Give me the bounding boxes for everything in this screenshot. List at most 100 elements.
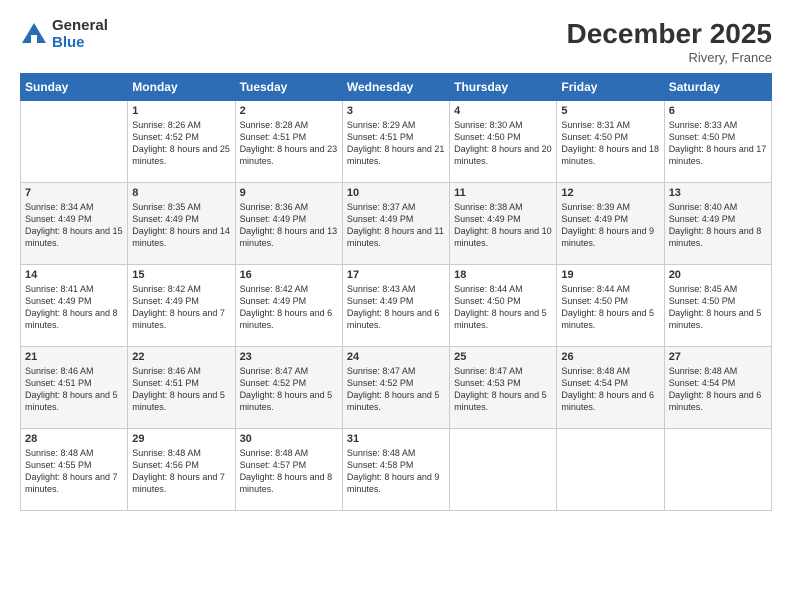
location: Rivery, France [567, 50, 772, 65]
day-number: 8 [132, 187, 230, 199]
calendar-cell: 11 Sunrise: 8:38 AMSunset: 4:49 PMDayligh… [450, 183, 557, 265]
logo-general-text: General [52, 18, 108, 35]
cell-content: Sunrise: 8:44 AMSunset: 4:50 PMDaylight:… [561, 283, 659, 332]
calendar-cell: 21Sunrise: 8:46 AMSunset: 4:51 PMDayligh… [21, 347, 128, 429]
cell-content: Sunrise: 8:35 AMSunset: 4:49 PMDaylight:… [132, 201, 230, 250]
cell-content: Sunrise: 8:46 AMSunset: 4:51 PMDaylight:… [132, 365, 230, 414]
cell-content: Sunrise: 8:39 AMSunset: 4:49 PMDaylight:… [561, 201, 659, 250]
calendar-cell: 2Sunrise: 8:28 AMSunset: 4:51 PMDaylight… [235, 101, 342, 183]
day-number: 27 [669, 351, 767, 363]
calendar-cell: 7 Sunrise: 8:34 AMSunset: 4:49 PMDaylight… [21, 183, 128, 265]
day-number: 22 [132, 351, 230, 363]
calendar-cell: 29Sunrise: 8:48 AMSunset: 4:56 PMDayligh… [128, 429, 235, 511]
cell-content: Sunrise: 8:44 AMSunset: 4:50 PMDaylight:… [454, 283, 552, 332]
calendar-cell: 4 Sunrise: 8:30 AMSunset: 4:50 PMDaylight… [450, 101, 557, 183]
day-number: 29 [132, 433, 230, 445]
header-cell-tuesday: Tuesday [235, 74, 342, 101]
calendar-week-1: 7 Sunrise: 8:34 AMSunset: 4:49 PMDaylight… [21, 183, 772, 265]
header-cell-wednesday: Wednesday [342, 74, 449, 101]
day-number: 25 [454, 351, 552, 363]
header: General Blue December 2025 Rivery, Franc… [20, 18, 772, 65]
cell-content: Sunrise: 8:41 AMSunset: 4:49 PMDaylight:… [25, 283, 123, 332]
calendar-cell: 27 Sunrise: 8:48 AMSunset: 4:54 PMDayligh… [664, 347, 771, 429]
header-cell-monday: Monday [128, 74, 235, 101]
calendar-cell: 14Sunrise: 8:41 AMSunset: 4:49 PMDayligh… [21, 265, 128, 347]
logo: General Blue [20, 18, 108, 51]
calendar-week-2: 14Sunrise: 8:41 AMSunset: 4:49 PMDayligh… [21, 265, 772, 347]
day-number: 11 [454, 187, 552, 199]
calendar-cell: 19 Sunrise: 8:44 AMSunset: 4:50 PMDayligh… [557, 265, 664, 347]
day-number: 17 [347, 269, 445, 281]
calendar-table: SundayMondayTuesdayWednesdayThursdayFrid… [20, 73, 772, 511]
day-number: 7 [25, 187, 123, 199]
day-number: 12 [561, 187, 659, 199]
calendar-cell: 22 Sunrise: 8:46 AMSunset: 4:51 PMDayligh… [128, 347, 235, 429]
calendar-cell: 16Sunrise: 8:42 AMSunset: 4:49 PMDayligh… [235, 265, 342, 347]
logo-blue-text: Blue [52, 35, 108, 52]
day-number: 6 [669, 105, 767, 117]
cell-content: Sunrise: 8:48 AMSunset: 4:54 PMDaylight:… [669, 365, 767, 414]
calendar-cell: 18 Sunrise: 8:44 AMSunset: 4:50 PMDayligh… [450, 265, 557, 347]
day-number: 15 [132, 269, 230, 281]
calendar-cell: 13 Sunrise: 8:40 AMSunset: 4:49 PMDayligh… [664, 183, 771, 265]
calendar-cell [664, 429, 771, 511]
day-number: 31 [347, 433, 445, 445]
day-number: 9 [240, 187, 338, 199]
calendar-cell: 6Sunrise: 8:33 AMSunset: 4:50 PMDaylight… [664, 101, 771, 183]
cell-content: Sunrise: 8:43 AMSunset: 4:49 PMDaylight:… [347, 283, 445, 332]
day-number: 30 [240, 433, 338, 445]
cell-content: Sunrise: 8:26 AMSunset: 4:52 PMDaylight:… [132, 119, 230, 168]
cell-content: Sunrise: 8:36 AMSunset: 4:49 PMDaylight:… [240, 201, 338, 250]
day-number: 5 [561, 105, 659, 117]
cell-content: Sunrise: 8:48 AMSunset: 4:58 PMDaylight:… [347, 447, 445, 496]
day-number: 26 [561, 351, 659, 363]
calendar-cell: 28Sunrise: 8:48 AMSunset: 4:55 PMDayligh… [21, 429, 128, 511]
cell-content: Sunrise: 8:42 AMSunset: 4:49 PMDaylight:… [132, 283, 230, 332]
day-number: 23 [240, 351, 338, 363]
day-number: 1 [132, 105, 230, 117]
cell-content: Sunrise: 8:38 AMSunset: 4:49 PMDaylight:… [454, 201, 552, 250]
day-number: 10 [347, 187, 445, 199]
header-cell-saturday: Saturday [664, 74, 771, 101]
calendar-cell: 5 Sunrise: 8:31 AMSunset: 4:50 PMDaylight… [557, 101, 664, 183]
day-number: 18 [454, 269, 552, 281]
cell-content: Sunrise: 8:31 AMSunset: 4:50 PMDaylight:… [561, 119, 659, 168]
calendar-cell: 10Sunrise: 8:37 AMSunset: 4:49 PMDayligh… [342, 183, 449, 265]
cell-content: Sunrise: 8:48 AMSunset: 4:55 PMDaylight:… [25, 447, 123, 496]
page: General Blue December 2025 Rivery, Franc… [0, 0, 792, 612]
cell-content: Sunrise: 8:40 AMSunset: 4:49 PMDaylight:… [669, 201, 767, 250]
calendar-cell: 17 Sunrise: 8:43 AMSunset: 4:49 PMDayligh… [342, 265, 449, 347]
day-number: 4 [454, 105, 552, 117]
day-number: 24 [347, 351, 445, 363]
month-title: December 2025 [567, 18, 772, 50]
title-block: December 2025 Rivery, France [567, 18, 772, 65]
day-number: 13 [669, 187, 767, 199]
calendar-cell: 20 Sunrise: 8:45 AMSunset: 4:50 PMDayligh… [664, 265, 771, 347]
calendar-cell: 12 Sunrise: 8:39 AMSunset: 4:49 PMDayligh… [557, 183, 664, 265]
calendar-cell: 25 Sunrise: 8:47 AMSunset: 4:53 PMDayligh… [450, 347, 557, 429]
calendar-cell [450, 429, 557, 511]
day-number: 16 [240, 269, 338, 281]
day-number: 20 [669, 269, 767, 281]
cell-content: Sunrise: 8:30 AMSunset: 4:50 PMDaylight:… [454, 119, 552, 168]
calendar-cell [557, 429, 664, 511]
cell-content: Sunrise: 8:34 AMSunset: 4:49 PMDaylight:… [25, 201, 123, 250]
day-number: 19 [561, 269, 659, 281]
calendar-cell: 30Sunrise: 8:48 AMSunset: 4:57 PMDayligh… [235, 429, 342, 511]
day-number: 3 [347, 105, 445, 117]
logo-icon [20, 21, 48, 49]
calendar-cell: 1 Sunrise: 8:26 AMSunset: 4:52 PMDaylight… [128, 101, 235, 183]
calendar-header-row: SundayMondayTuesdayWednesdayThursdayFrid… [21, 74, 772, 101]
cell-content: Sunrise: 8:28 AMSunset: 4:51 PMDaylight:… [240, 119, 338, 168]
calendar-cell: 24Sunrise: 8:47 AMSunset: 4:52 PMDayligh… [342, 347, 449, 429]
calendar-cell: 8 Sunrise: 8:35 AMSunset: 4:49 PMDaylight… [128, 183, 235, 265]
calendar-week-3: 21 Sunrise: 8:46 AMSunset: 4:51 PMDayligh… [21, 347, 772, 429]
calendar-week-4: 28Sunrise: 8:48 AMSunset: 4:55 PMDayligh… [21, 429, 772, 511]
logo-text: General Blue [52, 18, 108, 51]
header-cell-sunday: Sunday [21, 74, 128, 101]
cell-content: Sunrise: 8:45 AMSunset: 4:50 PMDaylight:… [669, 283, 767, 332]
day-number: 21 [25, 351, 123, 363]
header-cell-thursday: Thursday [450, 74, 557, 101]
cell-content: Sunrise: 8:47 AMSunset: 4:53 PMDaylight:… [454, 365, 552, 414]
header-cell-friday: Friday [557, 74, 664, 101]
